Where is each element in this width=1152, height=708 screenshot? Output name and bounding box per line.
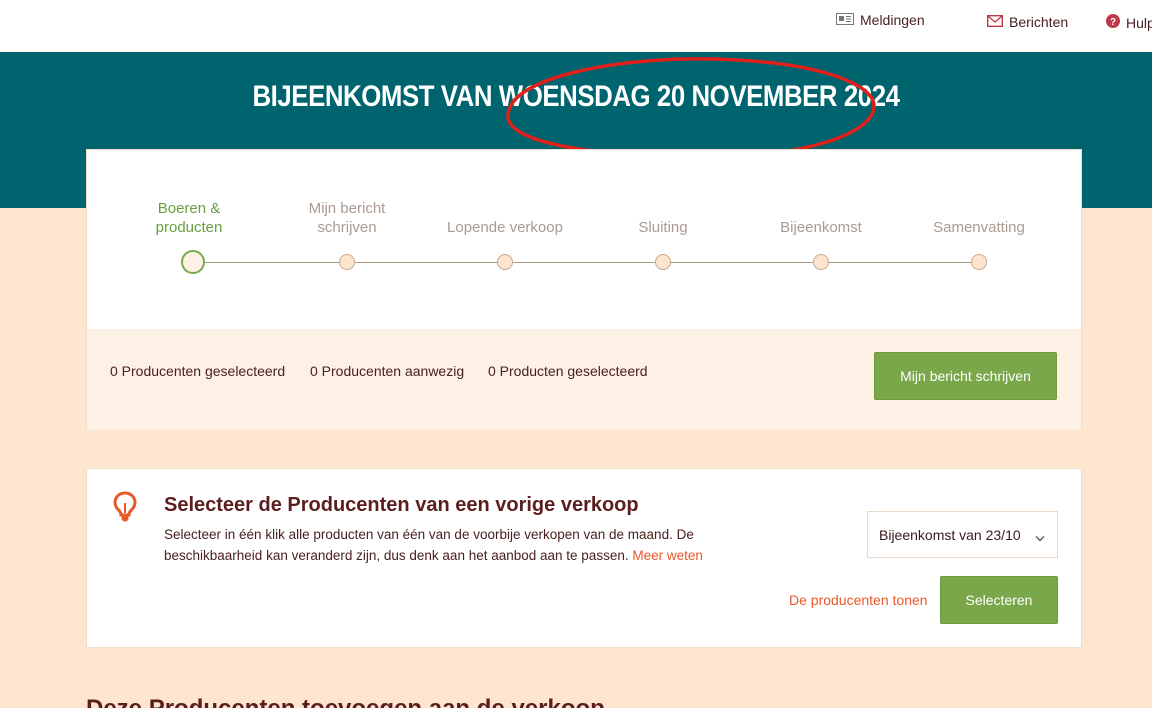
annotation-ellipse [506, 57, 876, 159]
nav-berichten[interactable]: Berichten [986, 14, 1069, 30]
previous-sale-select-value: Bijeenkomst van 23/10 [879, 526, 1021, 543]
step-label-sluiting[interactable]: Sluiting [598, 218, 728, 237]
step-label-samenvatting[interactable]: Samenvatting [914, 218, 1044, 237]
step-label-bijeenkomst[interactable]: Bijeenkomst [756, 218, 886, 237]
envelope-icon [986, 14, 1009, 30]
step-label-lopende[interactable]: Lopende verkoop [440, 218, 570, 237]
previous-sale-text: Selecteer in één klik alle producten van… [164, 527, 694, 563]
stats-bar: 0 Producenten geselecteerd 0 Producenten… [87, 329, 1081, 430]
previous-sale-card: Selecteer de Producenten van een vorige … [86, 468, 1082, 648]
step-dot-bijeenkomst[interactable] [813, 254, 829, 270]
stat-products-selected: 0 Producten geselecteerd [488, 363, 648, 379]
show-producers-link[interactable]: De producenten tonen [789, 592, 928, 608]
add-producers-heading: Deze Producenten toevoegen aan de verkoo… [86, 695, 605, 708]
step-label-boeren[interactable]: Boeren & producten [124, 199, 254, 237]
stat-producers-present: 0 Producenten aanwezig [310, 363, 465, 379]
select-button[interactable]: Selecteren [940, 576, 1058, 624]
step-dot-bericht[interactable] [339, 254, 355, 270]
lightbulb-icon [113, 491, 137, 530]
nav-hulp[interactable]: ? Hulp [1106, 14, 1152, 31]
learn-more-link[interactable]: Meer weten [632, 548, 703, 563]
step-dot-boeren[interactable] [181, 250, 205, 274]
stepper-line [205, 262, 979, 263]
question-circle-icon: ? [1106, 14, 1126, 31]
previous-sale-title: Selecteer de Producenten van een vorige … [164, 494, 639, 516]
nav-meldingen-label: Meldingen [860, 12, 925, 28]
previous-sale-description: Selecteer in één klik alle producten van… [164, 524, 744, 566]
nav-meldingen[interactable]: Meldingen [836, 12, 925, 28]
write-message-button[interactable]: Mijn bericht schrijven [874, 352, 1057, 400]
top-bar: Meldingen Berichten ? Hulp [0, 0, 1152, 52]
step-dot-sluiting[interactable] [655, 254, 671, 270]
nav-berichten-label: Berichten [1009, 14, 1069, 30]
stepper: Boeren & producten Mijn bericht schrijve… [87, 150, 1083, 329]
newspaper-icon [836, 12, 860, 28]
nav-hulp-label: Hulp [1126, 14, 1152, 31]
chevron-down-icon [1035, 529, 1045, 545]
step-dot-lopende[interactable] [497, 254, 513, 270]
progress-card: Boeren & producten Mijn bericht schrijve… [86, 149, 1082, 430]
step-label-bericht[interactable]: Mijn bericht schrijven [282, 199, 412, 237]
stat-producers-selected: 0 Producenten geselecteerd [110, 363, 286, 379]
step-dot-samenvatting[interactable] [971, 254, 987, 270]
svg-text:?: ? [1110, 17, 1116, 28]
previous-sale-select[interactable]: Bijeenkomst van 23/10 [867, 511, 1058, 558]
